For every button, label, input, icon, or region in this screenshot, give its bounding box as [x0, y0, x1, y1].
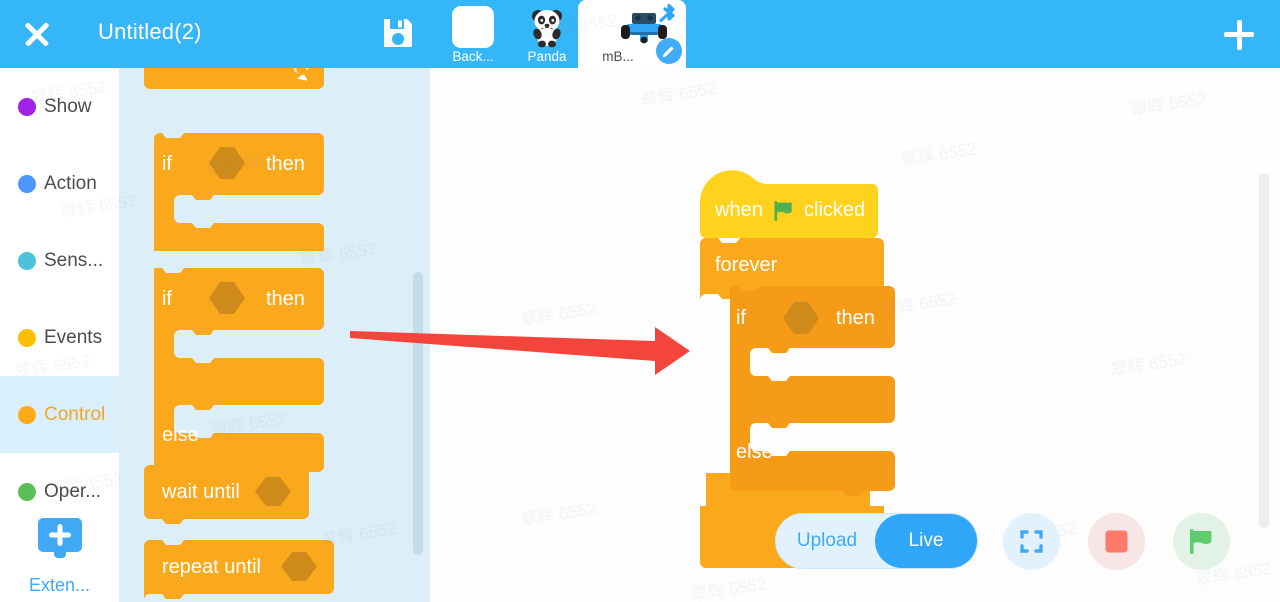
save-icon[interactable] [381, 16, 415, 50]
sidebar-item-action[interactable]: Action [0, 145, 119, 222]
tab-backdrop[interactable]: Back... [437, 0, 509, 68]
tab-backdrop-label: Back... [452, 49, 494, 64]
live-mode-option[interactable]: Live [875, 514, 977, 568]
category-color-dot [18, 482, 36, 501]
backdrop-thumbnail [452, 6, 494, 48]
category-color-dot [18, 405, 36, 424]
green-flag-icon [1190, 529, 1212, 554]
sidebar-item-label: Sens... [44, 249, 104, 271]
sidebar-item-events[interactable]: Events [0, 299, 119, 376]
add-extension-button[interactable]: Exten... [0, 510, 119, 602]
add-device-button[interactable] [1198, 0, 1280, 68]
palette-repeat-until-label: repeat until [162, 556, 261, 578]
clicked-label: clicked [804, 199, 866, 221]
when-label: when [715, 199, 763, 221]
fullscreen-icon [1020, 530, 1043, 553]
palette-if-then-block[interactable]: if then [144, 133, 324, 266]
palette-then-label: then [266, 288, 305, 310]
block-palette[interactable]: if then if then else wait until repeat u… [119, 68, 430, 602]
sidebar-item-show[interactable]: Show [0, 68, 119, 145]
then-label: then [836, 307, 875, 329]
upload-mode-option[interactable]: Upload [776, 514, 878, 568]
pencil-icon[interactable] [656, 38, 682, 64]
palette-else-label: else [162, 424, 199, 446]
canvas-scrollbar[interactable] [1259, 173, 1269, 528]
top-bar: Untitled(2) Back... Panda mB... [0, 0, 1280, 70]
palette-wait-until-block[interactable]: wait until [144, 465, 309, 532]
if-then-else-block[interactable]: if then else [720, 257, 895, 543]
add-extension-label: Exten... [28, 575, 91, 595]
mblock-app-window: Untitled(2) Back... Panda mB... Show Act… [0, 0, 1280, 602]
palette-repeat-until-block[interactable]: repeat until [144, 540, 334, 602]
fullscreen-button[interactable] [1003, 513, 1060, 570]
run-mode-toggle[interactable]: Upload Live [775, 513, 978, 569]
sidebar-item-sensing[interactable]: Sens... [0, 222, 119, 299]
bluetooth-icon[interactable] [657, 3, 681, 29]
add-extension-icon [32, 518, 88, 562]
sidebar-item-control[interactable]: Control [0, 376, 119, 453]
palette-wait-until-label: wait until [162, 481, 240, 503]
when-flag-clicked-block[interactable]: when clicked [700, 170, 878, 243]
category-color-dot [18, 174, 36, 193]
stop-square-icon [1105, 530, 1128, 553]
tab-mbot[interactable]: mB... [578, 0, 686, 70]
else-label: else [736, 441, 773, 463]
stop-button[interactable] [1088, 513, 1145, 570]
if-label: if [736, 307, 746, 329]
device-tab-strip: Back... Panda mB... [430, 0, 750, 70]
category-color-dot [18, 251, 36, 270]
palette-scrollbar[interactable] [413, 272, 423, 555]
sidebar-item-label: Oper... [44, 480, 102, 502]
panda-sprite-icon [525, 5, 569, 49]
palette-if-label: if [162, 288, 172, 310]
sidebar-item-label: Control [44, 403, 106, 425]
category-sidebar: Show Action Sens... Events Control Oper.… [0, 68, 119, 602]
run-button[interactable] [1173, 513, 1230, 570]
green-flag-icon [773, 200, 795, 227]
palette-then-label: then [266, 153, 305, 175]
palette-forever-tail-block[interactable] [144, 68, 324, 103]
project-title: Untitled(2) [98, 19, 202, 44]
top-bar-left-section [0, 0, 430, 68]
category-color-dot [18, 328, 36, 347]
close-icon[interactable] [16, 13, 58, 55]
sidebar-item-label: Show [44, 95, 92, 117]
sidebar-item-label: Events [44, 326, 103, 348]
forever-label: forever [715, 254, 778, 276]
category-color-dot [18, 97, 36, 116]
sidebar-item-label: Action [44, 172, 97, 194]
palette-if-label: if [162, 153, 172, 175]
